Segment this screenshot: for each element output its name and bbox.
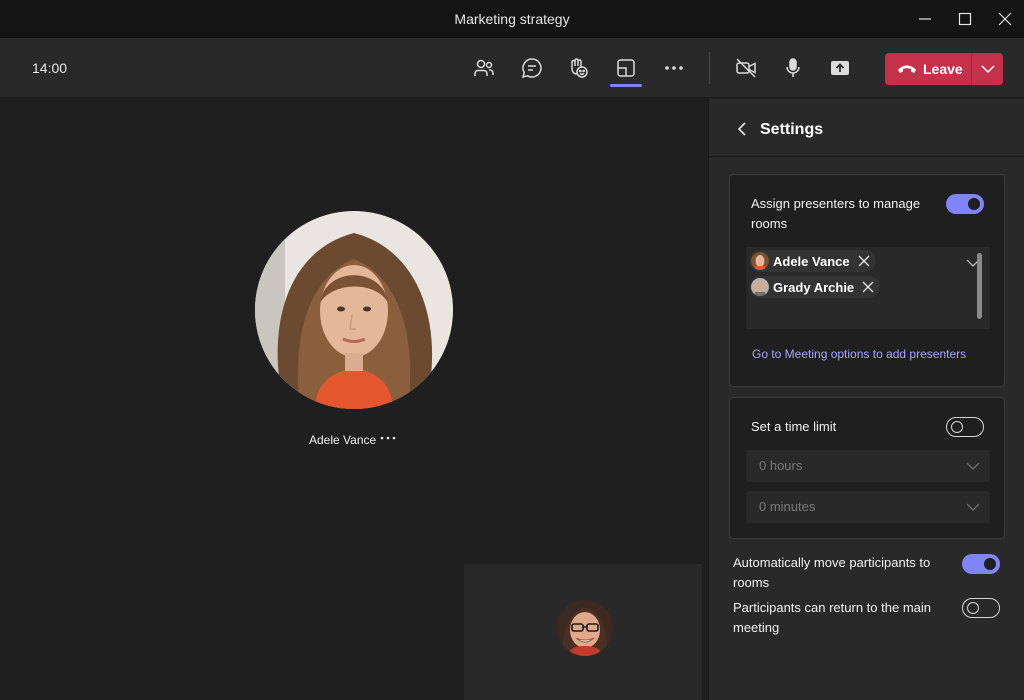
- meeting-options-link[interactable]: Go to Meeting options to add presenters: [752, 347, 966, 361]
- minutes-select[interactable]: 0 minutes: [746, 491, 990, 523]
- meeting-clock: 14:00: [32, 60, 68, 76]
- participant-photo: [255, 211, 453, 409]
- more-icon: [665, 66, 683, 70]
- more-actions-button[interactable]: [660, 54, 688, 82]
- share-button[interactable]: [826, 54, 854, 82]
- chevron-down-icon: [981, 65, 995, 74]
- return-to-main-label: Participants can return to the main meet…: [733, 600, 931, 635]
- picker-scrollbar[interactable]: [977, 253, 982, 319]
- presenter-name: Grady Archie: [773, 280, 855, 295]
- presenter-avatar: [751, 278, 769, 296]
- chat-button[interactable]: [518, 54, 546, 82]
- chat-icon: [521, 58, 542, 79]
- presenter-chip: Grady Archie: [750, 276, 880, 298]
- phone-hangup-icon: [898, 65, 916, 73]
- presenter-chip: Adele Vance: [750, 250, 876, 272]
- self-photo: [557, 600, 613, 656]
- window-title: Marketing strategy: [454, 11, 570, 27]
- back-button[interactable]: [737, 121, 751, 137]
- settings-title: Settings: [760, 121, 824, 138]
- time-limit-label: Set a time limit: [751, 419, 837, 434]
- chevron-down-icon: [966, 503, 980, 511]
- share-icon: [831, 61, 849, 75]
- leave-button[interactable]: Leave: [885, 53, 971, 85]
- rooms-button[interactable]: [612, 54, 640, 82]
- settings-header: Settings: [709, 99, 1024, 157]
- leave-button-group: Leave: [885, 53, 1003, 85]
- close-button[interactable]: [990, 6, 1020, 32]
- chevron-left-icon: [737, 122, 746, 136]
- maximize-icon: [958, 12, 972, 26]
- toolbar-divider: [709, 52, 710, 84]
- meeting-toolbar: 14:00 Leave: [0, 38, 1024, 98]
- leave-label: Leave: [923, 61, 963, 77]
- people-button[interactable]: [470, 54, 498, 82]
- assign-presenters-toggle[interactable]: [946, 194, 984, 214]
- assign-presenters-label: Assign presenters to manage rooms: [751, 196, 921, 231]
- camera-off-icon: [736, 58, 756, 78]
- minimize-icon: [919, 18, 931, 20]
- minimize-button[interactable]: [910, 6, 940, 32]
- remove-presenter-icon[interactable]: [862, 281, 874, 293]
- close-icon: [998, 12, 1012, 26]
- remove-presenter-icon[interactable]: [858, 255, 870, 267]
- auto-move-toggle[interactable]: [962, 554, 1000, 574]
- time-limit-card: Set a time limit 0 hours 0 minutes: [729, 397, 1005, 539]
- title-bar: Marketing strategy: [0, 0, 1024, 38]
- more-icon: [380, 436, 396, 440]
- participant-avatar[interactable]: [255, 211, 453, 409]
- settings-panel: Settings Assign presenters to manage roo…: [708, 99, 1024, 700]
- rooms-icon: [617, 59, 635, 77]
- microphone-button[interactable]: [779, 54, 807, 82]
- active-tab-indicator: [610, 84, 642, 87]
- microphone-icon: [786, 58, 800, 77]
- presenter-avatar: [751, 252, 769, 270]
- presenter-name: Adele Vance: [773, 254, 850, 269]
- auto-move-label: Automatically move participants to rooms: [733, 555, 931, 590]
- chevron-down-icon: [966, 462, 980, 470]
- people-icon: [474, 59, 494, 76]
- participant-more-button[interactable]: [378, 429, 398, 445]
- hours-value: 0 hours: [759, 458, 803, 473]
- reactions-button[interactable]: [564, 54, 592, 82]
- leave-options-button[interactable]: [972, 53, 1003, 85]
- time-limit-toggle[interactable]: [946, 417, 984, 437]
- hours-select[interactable]: 0 hours: [746, 450, 990, 482]
- meeting-stage: Adele Vance: [0, 99, 708, 700]
- camera-toggle-button[interactable]: [732, 54, 760, 82]
- reactions-icon: [571, 58, 588, 78]
- maximize-button[interactable]: [950, 6, 980, 32]
- self-video-tile[interactable]: [464, 564, 702, 700]
- presenter-picker[interactable]: Adele Vance Grady Archie: [746, 247, 990, 329]
- minutes-value: 0 minutes: [759, 499, 816, 514]
- participant-name: Adele Vance: [309, 433, 377, 447]
- self-avatar: [557, 600, 613, 656]
- presenters-card: Assign presenters to manage rooms Adele …: [729, 174, 1005, 387]
- return-to-main-toggle[interactable]: [962, 598, 1000, 618]
